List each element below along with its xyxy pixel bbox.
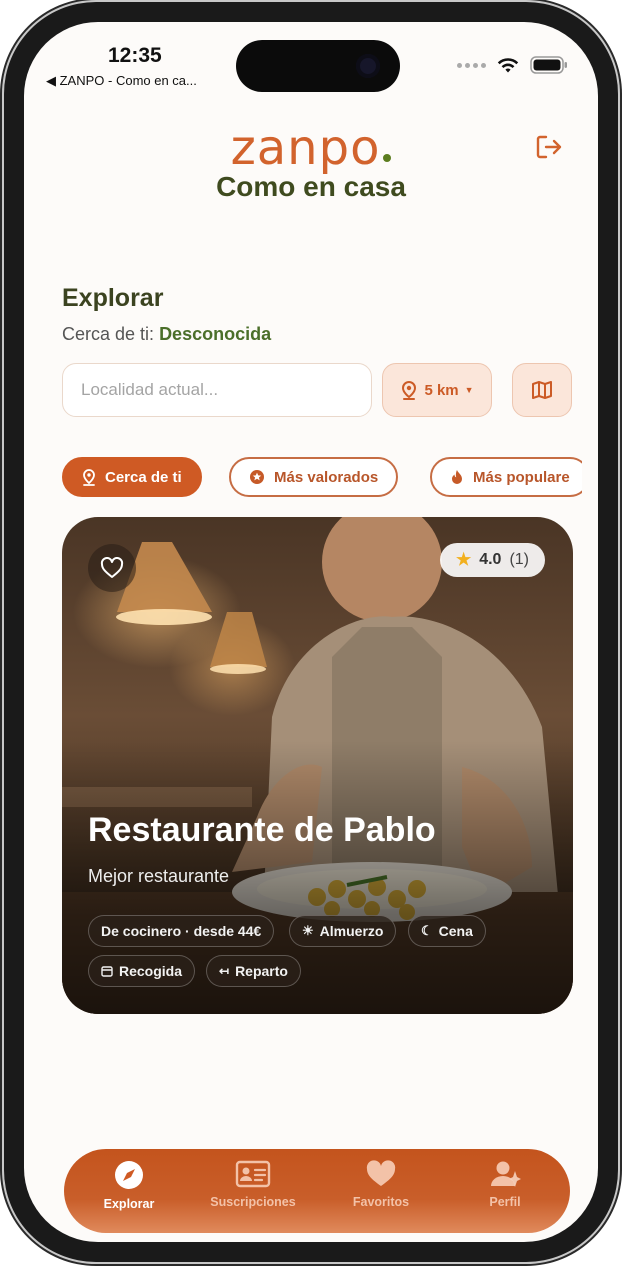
filter-chips: Cerca de ti Más valorados Más populare xyxy=(62,457,582,499)
nav-explorar-label: Explorar xyxy=(103,1197,155,1211)
tag-lunch: ☀ Almuerzo xyxy=(289,915,397,947)
location-pin-icon xyxy=(402,380,417,400)
nav-explorar[interactable]: Explorar xyxy=(64,1159,194,1211)
logout-icon[interactable] xyxy=(534,132,564,162)
star-badge-icon xyxy=(250,470,264,484)
sun-icon: ☀ xyxy=(302,923,314,938)
tag-price: De cocinero · desde 44€ xyxy=(88,915,275,947)
heart-outline-icon xyxy=(100,557,124,578)
near-location-line: Cerca de ti: Desconocida xyxy=(62,324,271,345)
logo-wordmark: zanpo xyxy=(230,120,381,176)
favorite-button[interactable] xyxy=(88,544,136,592)
map-view-button[interactable] xyxy=(512,363,572,417)
brand-logo: zanpo Como en casa xyxy=(24,120,598,204)
nav-favoritos[interactable]: Favoritos xyxy=(316,1159,446,1209)
signal-dots-icon xyxy=(457,62,486,68)
star-icon: ★ xyxy=(455,550,472,569)
fire-icon xyxy=(452,470,462,484)
back-to-app-link[interactable]: ◀ ZANPO - Como en ca... xyxy=(46,73,197,89)
map-icon xyxy=(532,381,552,399)
near-location-value: Desconocida xyxy=(159,324,272,344)
moon-icon: ☾ xyxy=(421,923,433,938)
location-search-input[interactable] xyxy=(62,363,372,417)
rating-value: 4.0 xyxy=(479,551,502,568)
heart-icon xyxy=(366,1160,396,1186)
tag-lunch-label: Almuerzo xyxy=(319,923,384,939)
tag-delivery-label: Reparto xyxy=(235,963,288,979)
bottom-nav: Explorar Suscripciones Favoritos Perfil xyxy=(64,1149,570,1233)
location-pin-icon xyxy=(83,468,95,486)
dynamic-island xyxy=(236,40,400,92)
filter-near-label: Cerca de ti xyxy=(105,468,182,486)
rating-badge: ★ 4.0 (1) xyxy=(439,543,545,577)
brand-tagline: Como en casa xyxy=(216,171,406,202)
nav-favoritos-label: Favoritos xyxy=(352,1195,410,1209)
rating-count: (1) xyxy=(509,551,529,568)
filter-near-chip[interactable]: Cerca de ti xyxy=(62,457,202,497)
chevron-down-icon: ▼ xyxy=(464,385,474,395)
status-icons xyxy=(457,56,568,74)
tag-pickup-label: Recogida xyxy=(119,963,183,979)
filter-top-rated-chip[interactable]: Más valorados xyxy=(229,457,399,497)
logo-dot xyxy=(383,154,392,162)
app-screen: 12:35 ◀ ZANPO - Como en ca... zanpo Como… xyxy=(24,22,598,1242)
nav-suscripciones[interactable]: Suscripciones xyxy=(188,1159,318,1209)
status-time: 12:35 xyxy=(108,44,162,67)
bag-icon xyxy=(101,966,113,977)
distance-button[interactable]: 5 km ▼ xyxy=(382,363,492,417)
near-location-prefix: Cerca de ti: xyxy=(62,324,155,344)
tag-delivery: ↤ Reparto xyxy=(206,955,301,987)
phone-frame: 12:35 ◀ ZANPO - Como en ca... zanpo Como… xyxy=(4,2,618,1262)
nav-perfil[interactable]: Perfil xyxy=(440,1159,570,1209)
restaurant-name: Restaurante de Pablo xyxy=(88,811,436,849)
tag-dinner: ☾ Cena xyxy=(408,915,486,947)
tag-pickup: Recogida xyxy=(88,955,196,987)
restaurant-subtitle: Mejor restaurante xyxy=(88,866,230,886)
battery-icon xyxy=(530,56,567,74)
wifi-icon xyxy=(497,58,519,73)
nav-perfil-label: Perfil xyxy=(489,1195,521,1209)
compass-icon xyxy=(115,1161,143,1189)
filter-popular-chip[interactable]: Más populare xyxy=(430,457,582,497)
tag-price-label: De cocinero · desde 44€ xyxy=(101,923,262,939)
distance-label: 5 km xyxy=(424,381,459,399)
tag-dinner-label: Cena xyxy=(438,923,473,939)
delivery-arrows-icon: ↤ xyxy=(219,964,230,978)
explore-title: Explorar xyxy=(62,284,164,312)
filter-top-rated-label: Más valorados xyxy=(274,468,379,486)
nav-suscripciones-label: Suscripciones xyxy=(210,1195,296,1209)
filter-popular-label: Más populare xyxy=(473,468,570,486)
restaurant-card[interactable]: ★ 4.0 (1) Restaurante de Pablo Mejor res… xyxy=(62,517,573,1014)
id-card-icon xyxy=(235,1160,271,1188)
user-icon xyxy=(491,1161,521,1187)
